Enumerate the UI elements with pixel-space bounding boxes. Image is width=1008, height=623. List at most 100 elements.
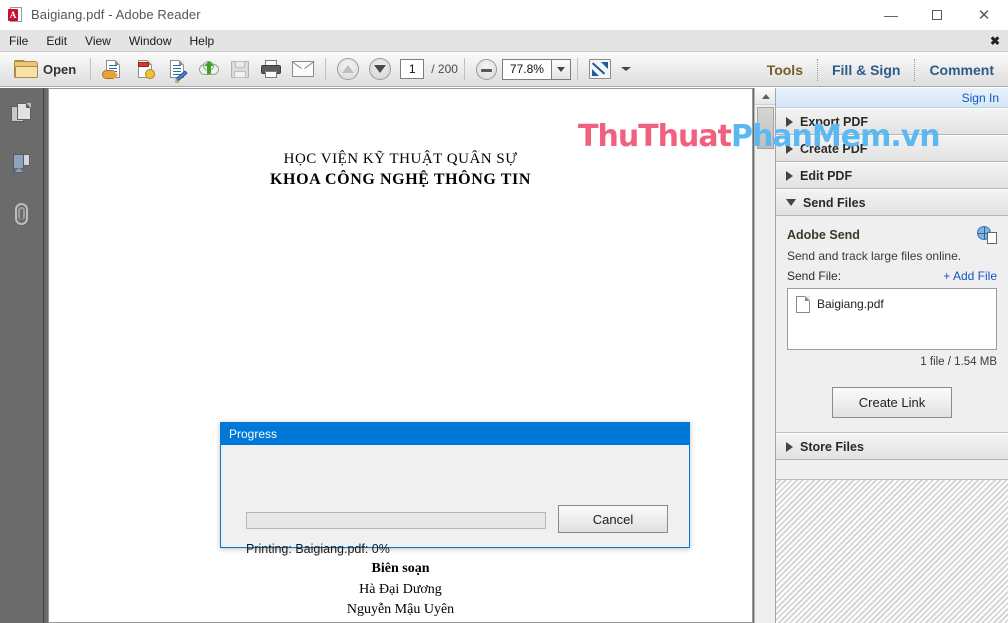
- watermark-part1: ThuThuat: [578, 119, 732, 154]
- previous-page-button[interactable]: [332, 55, 364, 83]
- comment-button[interactable]: Comment: [915, 52, 1008, 87]
- add-file-link[interactable]: + Add File: [943, 269, 997, 283]
- file-icon: [796, 296, 810, 313]
- print-icon: [260, 59, 282, 79]
- document-heading-line2: KHOA CÔNG NGHỆ THÔNG TIN: [270, 171, 531, 188]
- more-tools-button[interactable]: [616, 55, 636, 83]
- attachments-icon: [12, 202, 32, 226]
- watermark-part2: PhanMem: [730, 119, 891, 154]
- watermark: ThuThuatPhanMem.vn: [578, 119, 941, 154]
- pane-section-label: Edit PDF: [800, 168, 853, 183]
- watermark-part3: .vn: [890, 119, 940, 154]
- toolbar-separator: [463, 58, 465, 80]
- create-pdf-icon: [134, 58, 156, 80]
- export-pdf-button[interactable]: [97, 55, 129, 83]
- navigation-rail: [0, 88, 44, 623]
- email-icon: [291, 61, 315, 77]
- chevron-right-icon: [786, 170, 793, 181]
- close-document-icon[interactable]: ✖: [986, 32, 1004, 50]
- pane-section-send-files[interactable]: Send Files: [776, 189, 1008, 216]
- progress-dialog-titlebar: Progress: [221, 423, 689, 445]
- bookmarks-icon: [12, 153, 32, 175]
- menu-item-window[interactable]: Window: [120, 30, 181, 52]
- window-title: Baigiang.pdf - Adobe Reader: [31, 7, 201, 22]
- page-number-input[interactable]: 1: [400, 59, 425, 79]
- document-scrollbar[interactable]: [754, 88, 775, 623]
- bookmarks-button[interactable]: [7, 150, 37, 178]
- page-thumbnails-icon: [10, 103, 33, 125]
- window-controls: — ✕: [868, 0, 1008, 30]
- email-button[interactable]: [287, 55, 319, 83]
- edit-pdf-icon: [166, 58, 188, 82]
- next-page-icon: [369, 58, 392, 80]
- tools-button[interactable]: Tools: [753, 52, 817, 87]
- progress-dialog: Progress Cancel Printing: Baigiang.pdf: …: [220, 422, 690, 556]
- cancel-button[interactable]: Cancel: [558, 505, 668, 533]
- cloud-upload-icon: [198, 59, 220, 79]
- chevron-down-icon: [620, 67, 631, 71]
- save-icon: [230, 60, 250, 79]
- chevron-right-icon: [786, 441, 793, 452]
- close-button[interactable]: ✕: [960, 0, 1008, 30]
- progress-dialog-body: Cancel Printing: Baigiang.pdf: 0%: [221, 445, 689, 556]
- document-footer-line3: Nguyễn Mậu Uyên: [346, 602, 455, 617]
- progress-status-text: Printing: Baigiang.pdf: 0%: [246, 542, 390, 556]
- menu-item-help[interactable]: Help: [181, 30, 224, 52]
- sign-in-link[interactable]: Sign In: [962, 91, 999, 105]
- globe-document-icon: [977, 226, 997, 244]
- page-total-label: / 200: [431, 62, 458, 76]
- file-summary: 1 file / 1.54 MB: [920, 356, 997, 368]
- minimize-button[interactable]: —: [868, 0, 914, 30]
- cloud-upload-button[interactable]: [193, 55, 225, 83]
- export-pdf-icon: [102, 58, 124, 80]
- toolbar-separator: [325, 58, 327, 80]
- zoom-out-button[interactable]: [471, 55, 502, 83]
- folder-icon: [14, 59, 38, 79]
- open-button[interactable]: Open: [6, 55, 84, 83]
- document-footer-line1: Biên soạn: [371, 561, 430, 576]
- pane-section-store-files[interactable]: Store Files: [776, 433, 1008, 460]
- edit-pdf-button[interactable]: [161, 55, 193, 83]
- chevron-down-icon: [786, 199, 796, 206]
- scroll-up-button[interactable]: [755, 88, 775, 105]
- toolbar-separator: [90, 58, 92, 80]
- file-name: Baigiang.pdf: [817, 297, 884, 311]
- send-file-list[interactable]: Baigiang.pdf: [787, 288, 997, 350]
- fit-page-button[interactable]: [584, 55, 616, 83]
- main-toolbar: Open 1 / 200 77.8% Tools Fill & Sign Com…: [0, 52, 1008, 87]
- zoom-dropdown-button[interactable]: [551, 58, 571, 80]
- attachments-button[interactable]: [7, 200, 37, 228]
- toolbar-task-buttons: Tools Fill & Sign Comment: [753, 52, 1008, 87]
- pane-section-label: Send Files: [803, 195, 866, 210]
- page-thumbnails-button[interactable]: [7, 100, 37, 128]
- print-button[interactable]: [255, 55, 287, 83]
- send-file-row: Send File: + Add File: [787, 269, 997, 283]
- adobe-send-description: Send and track large files online.: [787, 249, 962, 263]
- chevron-down-icon: [556, 66, 565, 72]
- create-link-button[interactable]: Create Link: [831, 387, 953, 418]
- empty-hatched-area: [776, 479, 1008, 623]
- save-button[interactable]: [225, 55, 255, 83]
- pane-section-label: Store Files: [800, 439, 864, 454]
- adobe-send-header: Adobe Send: [787, 226, 997, 244]
- next-page-button[interactable]: [364, 55, 396, 83]
- fit-page-icon: [588, 59, 611, 79]
- title-bar: A Baigiang.pdf - Adobe Reader — ✕: [0, 0, 1008, 30]
- open-button-label: Open: [43, 61, 77, 77]
- zoom-level-input[interactable]: 77.8%: [501, 58, 552, 80]
- zoom-out-icon: [475, 58, 497, 80]
- maximize-button[interactable]: [914, 0, 960, 30]
- menu-item-view[interactable]: View: [76, 30, 120, 52]
- create-pdf-button[interactable]: [129, 55, 161, 83]
- progress-dialog-title: Progress: [229, 427, 278, 441]
- previous-page-icon: [337, 58, 360, 80]
- send-file-label: Send File:: [787, 269, 842, 283]
- menu-bar: File Edit View Window Help ✖: [0, 30, 1008, 52]
- document-footer: Biên soạn Hà Đại Dương Nguyễn Mậu Uyên: [49, 561, 752, 618]
- menu-item-edit[interactable]: Edit: [37, 30, 76, 52]
- create-link-wrap: Create Link: [787, 387, 997, 418]
- adobe-send-title: Adobe Send: [787, 228, 860, 242]
- fill-and-sign-button[interactable]: Fill & Sign: [818, 52, 914, 87]
- pane-section-edit-pdf[interactable]: Edit PDF: [776, 162, 1008, 189]
- menu-item-file[interactable]: File: [0, 30, 37, 52]
